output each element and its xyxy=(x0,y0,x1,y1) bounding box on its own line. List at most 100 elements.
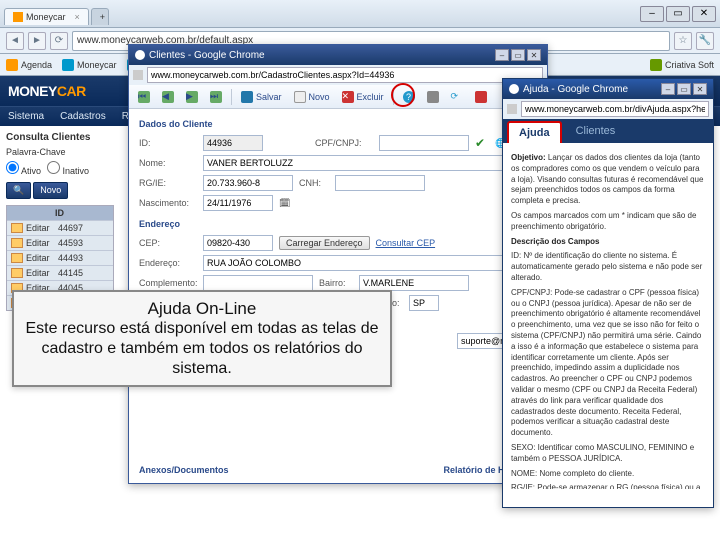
close-button[interactable]: ✕ xyxy=(692,6,716,22)
help-tabs: Ajuda Clientes xyxy=(503,119,713,143)
bairro-field[interactable] xyxy=(359,275,469,291)
section-title: Dados do Cliente xyxy=(139,119,537,129)
print-button[interactable] xyxy=(422,88,444,106)
form-toolbar: ⏮ ◀ ▶ ⏭ Salvar Novo ✕Excluir ? ⟳ xyxy=(129,85,547,109)
help-icon: ? xyxy=(403,91,415,103)
minimize-button[interactable]: – xyxy=(495,49,509,61)
consultar-cep-link[interactable]: Consultar CEP xyxy=(376,238,436,248)
panel-title: Consulta Clientes xyxy=(6,132,114,143)
bookmark-item[interactable]: Criativa Soft xyxy=(650,59,714,71)
maximize-button[interactable]: ▭ xyxy=(677,83,691,95)
rg-field[interactable] xyxy=(203,175,293,191)
search-icon-button[interactable]: 🔍 xyxy=(6,182,31,199)
page-icon xyxy=(133,70,143,80)
salvar-button[interactable]: Salvar xyxy=(236,88,287,106)
folder-icon xyxy=(11,268,23,278)
refresh-button[interactable]: ⟳ xyxy=(446,88,468,106)
wrench-icon[interactable]: 🔧 xyxy=(696,32,714,50)
check-icon: ✔ xyxy=(475,136,489,150)
minimize-button[interactable]: – xyxy=(661,83,675,95)
help-button[interactable]: ? xyxy=(398,88,420,106)
tab-clientes[interactable]: Clientes xyxy=(564,119,628,143)
id-field xyxy=(203,135,263,151)
id-label: ID: xyxy=(139,138,197,148)
clientes-window: Clientes - Google Chrome – ▭ ✕ ⏮ ◀ ▶ ⏭ S… xyxy=(128,44,548,484)
window-titlebar[interactable]: Clientes - Google Chrome – ▭ ✕ xyxy=(129,45,547,65)
window-titlebar[interactable]: Ajuda - Google Chrome – ▭ ✕ xyxy=(503,79,713,99)
filter-label: Palavra-Chave xyxy=(6,147,114,157)
window-controls: – ▭ ✕ xyxy=(640,6,716,22)
reload-button[interactable]: ⟳ xyxy=(50,32,68,50)
tab-label: Moneycar xyxy=(26,12,66,22)
cpf-field[interactable] xyxy=(379,135,469,151)
close-button[interactable]: ✕ xyxy=(693,83,707,95)
calendar-icon[interactable]: 🗓 xyxy=(279,198,290,209)
desc-rg: RG/IE: Pode-se armazenar o RG (pessoa fí… xyxy=(511,483,705,489)
child-url-input[interactable] xyxy=(147,67,543,83)
table-row[interactable]: Editar44697 xyxy=(7,220,113,235)
favicon xyxy=(62,59,74,71)
folder-icon xyxy=(11,253,23,263)
bookmark-item[interactable]: Moneycar xyxy=(62,59,117,71)
exit-button[interactable] xyxy=(470,88,492,106)
ajuda-window: Ajuda - Google Chrome – ▭ ✕ Ajuda Client… xyxy=(502,78,714,508)
desc-id: ID: Nº de identificação do cliente no si… xyxy=(511,251,705,283)
logo: MONEYCAR xyxy=(8,83,86,99)
close-icon[interactable]: × xyxy=(75,12,80,22)
cnh-field[interactable] xyxy=(335,175,425,191)
bookmark-star-icon[interactable]: ☆ xyxy=(674,32,692,50)
nav-first-button[interactable]: ⏮ xyxy=(133,88,155,106)
novo-button[interactable]: Novo xyxy=(289,88,335,106)
callout-body: Este recurso está disponível em todas as… xyxy=(24,319,380,379)
minimize-button[interactable]: – xyxy=(640,6,664,22)
save-icon xyxy=(241,91,253,103)
excluir-button[interactable]: ✕Excluir xyxy=(337,88,389,106)
new-icon xyxy=(294,91,306,103)
browser-tab-new[interactable]: + xyxy=(91,8,109,25)
refresh-icon: ⟳ xyxy=(451,91,463,103)
maximize-button[interactable]: ▭ xyxy=(511,49,525,61)
print-icon xyxy=(427,91,439,103)
folder-icon xyxy=(11,238,23,248)
help-url-input[interactable] xyxy=(521,101,709,117)
novo-button[interactable]: Novo xyxy=(33,182,68,199)
desc-sexo: SEXO: Identificar como MASCULINO, FEMINI… xyxy=(511,443,705,465)
carregar-endereco-button[interactable]: Carregar Endereço xyxy=(279,236,370,250)
back-button[interactable]: ◄ xyxy=(6,32,24,50)
tab-ajuda[interactable]: Ajuda xyxy=(507,121,562,143)
complemento-field[interactable] xyxy=(203,275,313,291)
table-row[interactable]: Editar44145 xyxy=(7,265,113,280)
nasc-field[interactable] xyxy=(203,195,273,211)
forward-button[interactable]: ► xyxy=(28,32,46,50)
maximize-button[interactable]: ▭ xyxy=(666,6,690,22)
menu-cadastros[interactable]: Cadastros xyxy=(60,111,106,122)
objetivo-label: Objetivo: xyxy=(511,153,546,162)
nav-last-button[interactable]: ⏭ xyxy=(205,88,227,106)
cep-field[interactable] xyxy=(203,235,273,251)
nav-prev-button[interactable]: ◀ xyxy=(157,88,179,106)
bookmark-item[interactable]: Agenda xyxy=(6,59,52,71)
desc-nome: NOME: Nome completo do cliente. xyxy=(511,469,705,480)
callout-overlay: Ajuda On-Line Este recurso está disponív… xyxy=(12,290,392,387)
browser-tab-strip: Moneycar × + – ▭ ✕ xyxy=(0,0,720,28)
browser-tab-active[interactable]: Moneycar × xyxy=(4,8,89,25)
nav-next-button[interactable]: ▶ xyxy=(181,88,203,106)
close-button[interactable]: ✕ xyxy=(527,49,541,61)
table-row[interactable]: Editar44593 xyxy=(7,235,113,250)
table-row[interactable]: Editar44493 xyxy=(7,250,113,265)
nasc-label: Nascimento: xyxy=(139,198,197,208)
radio-inativo[interactable]: Inativo xyxy=(47,161,89,176)
help-address-bar xyxy=(503,99,713,119)
menu-sistema[interactable]: Sistema xyxy=(8,111,44,122)
chrome-icon xyxy=(509,84,519,94)
end-label: Endereço: xyxy=(139,258,197,268)
radio-ativo[interactable]: Ativo xyxy=(6,161,41,176)
status-radios: Ativo Inativo xyxy=(6,161,114,176)
nome-field[interactable] xyxy=(203,155,503,171)
estado-field[interactable] xyxy=(409,295,439,311)
exit-icon xyxy=(475,91,487,103)
anexos-link[interactable]: Anexos/Documentos xyxy=(139,465,229,475)
chrome-icon xyxy=(135,50,145,60)
endereco-field[interactable] xyxy=(203,255,503,271)
window-title: Ajuda - Google Chrome xyxy=(523,84,628,95)
